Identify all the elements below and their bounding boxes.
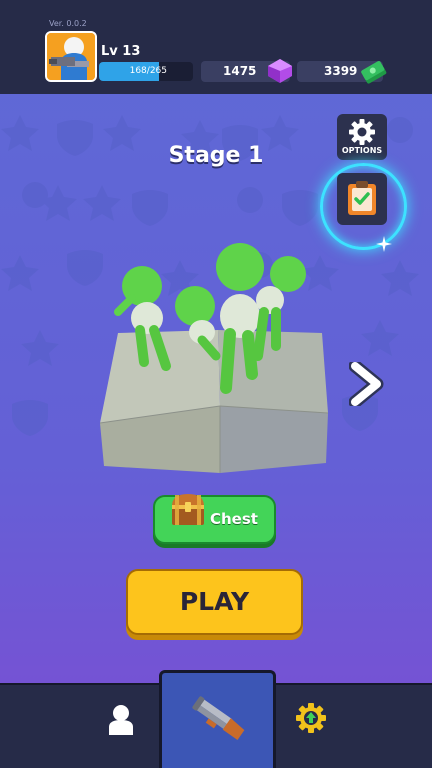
- xp-bar: 168/265: [99, 62, 193, 81]
- version-label: Ver. 0.0.2: [49, 19, 87, 28]
- tab-weapons[interactable]: [159, 670, 276, 768]
- cash-stack-icon: [361, 61, 387, 84]
- treasure-chest-icon: [172, 494, 204, 525]
- tab-upgrade[interactable]: [294, 701, 328, 735]
- options-label: OPTIONS: [341, 146, 383, 155]
- cash-amount: 3399: [324, 64, 358, 78]
- sparkle-icon: [376, 236, 392, 252]
- chest-button[interactable]: Chest: [153, 494, 276, 544]
- clipboard-check-icon: [348, 181, 376, 215]
- next-stage-arrow[interactable]: [349, 362, 385, 406]
- gem-icon: [268, 59, 292, 83]
- gems-counter[interactable]: 1475: [201, 59, 292, 83]
- stage-diorama: [99, 243, 329, 473]
- tab-character[interactable]: [105, 703, 137, 737]
- play-button[interactable]: PLAY: [126, 569, 303, 635]
- cash-counter[interactable]: 3399: [297, 61, 387, 84]
- chest-label: Chest: [210, 510, 258, 528]
- top-bar: Ver. 0.0.2 Lv 13 168/265 1475 3399: [0, 0, 432, 94]
- gems-amount: 1475: [223, 64, 257, 78]
- options-button[interactable]: OPTIONS: [337, 114, 387, 160]
- play-label: PLAY: [179, 587, 250, 616]
- shotgun-icon: [192, 696, 245, 740]
- xp-text: 168/265: [129, 66, 167, 76]
- player-level: Lv 13: [101, 44, 141, 59]
- character-portrait-icon: [47, 33, 95, 80]
- quests-button[interactable]: [337, 173, 387, 225]
- gear-icon: [349, 119, 375, 145]
- player-avatar[interactable]: [45, 31, 97, 82]
